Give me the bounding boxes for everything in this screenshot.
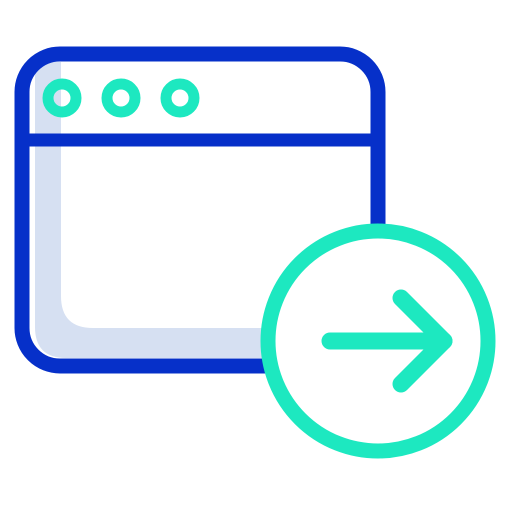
window-dot-3 xyxy=(160,78,200,118)
icon-canvas xyxy=(0,0,512,512)
browser-window-with-arrow-right-icon xyxy=(14,46,496,459)
window-dot-2 xyxy=(101,78,141,118)
window-dot-1 xyxy=(42,78,82,118)
